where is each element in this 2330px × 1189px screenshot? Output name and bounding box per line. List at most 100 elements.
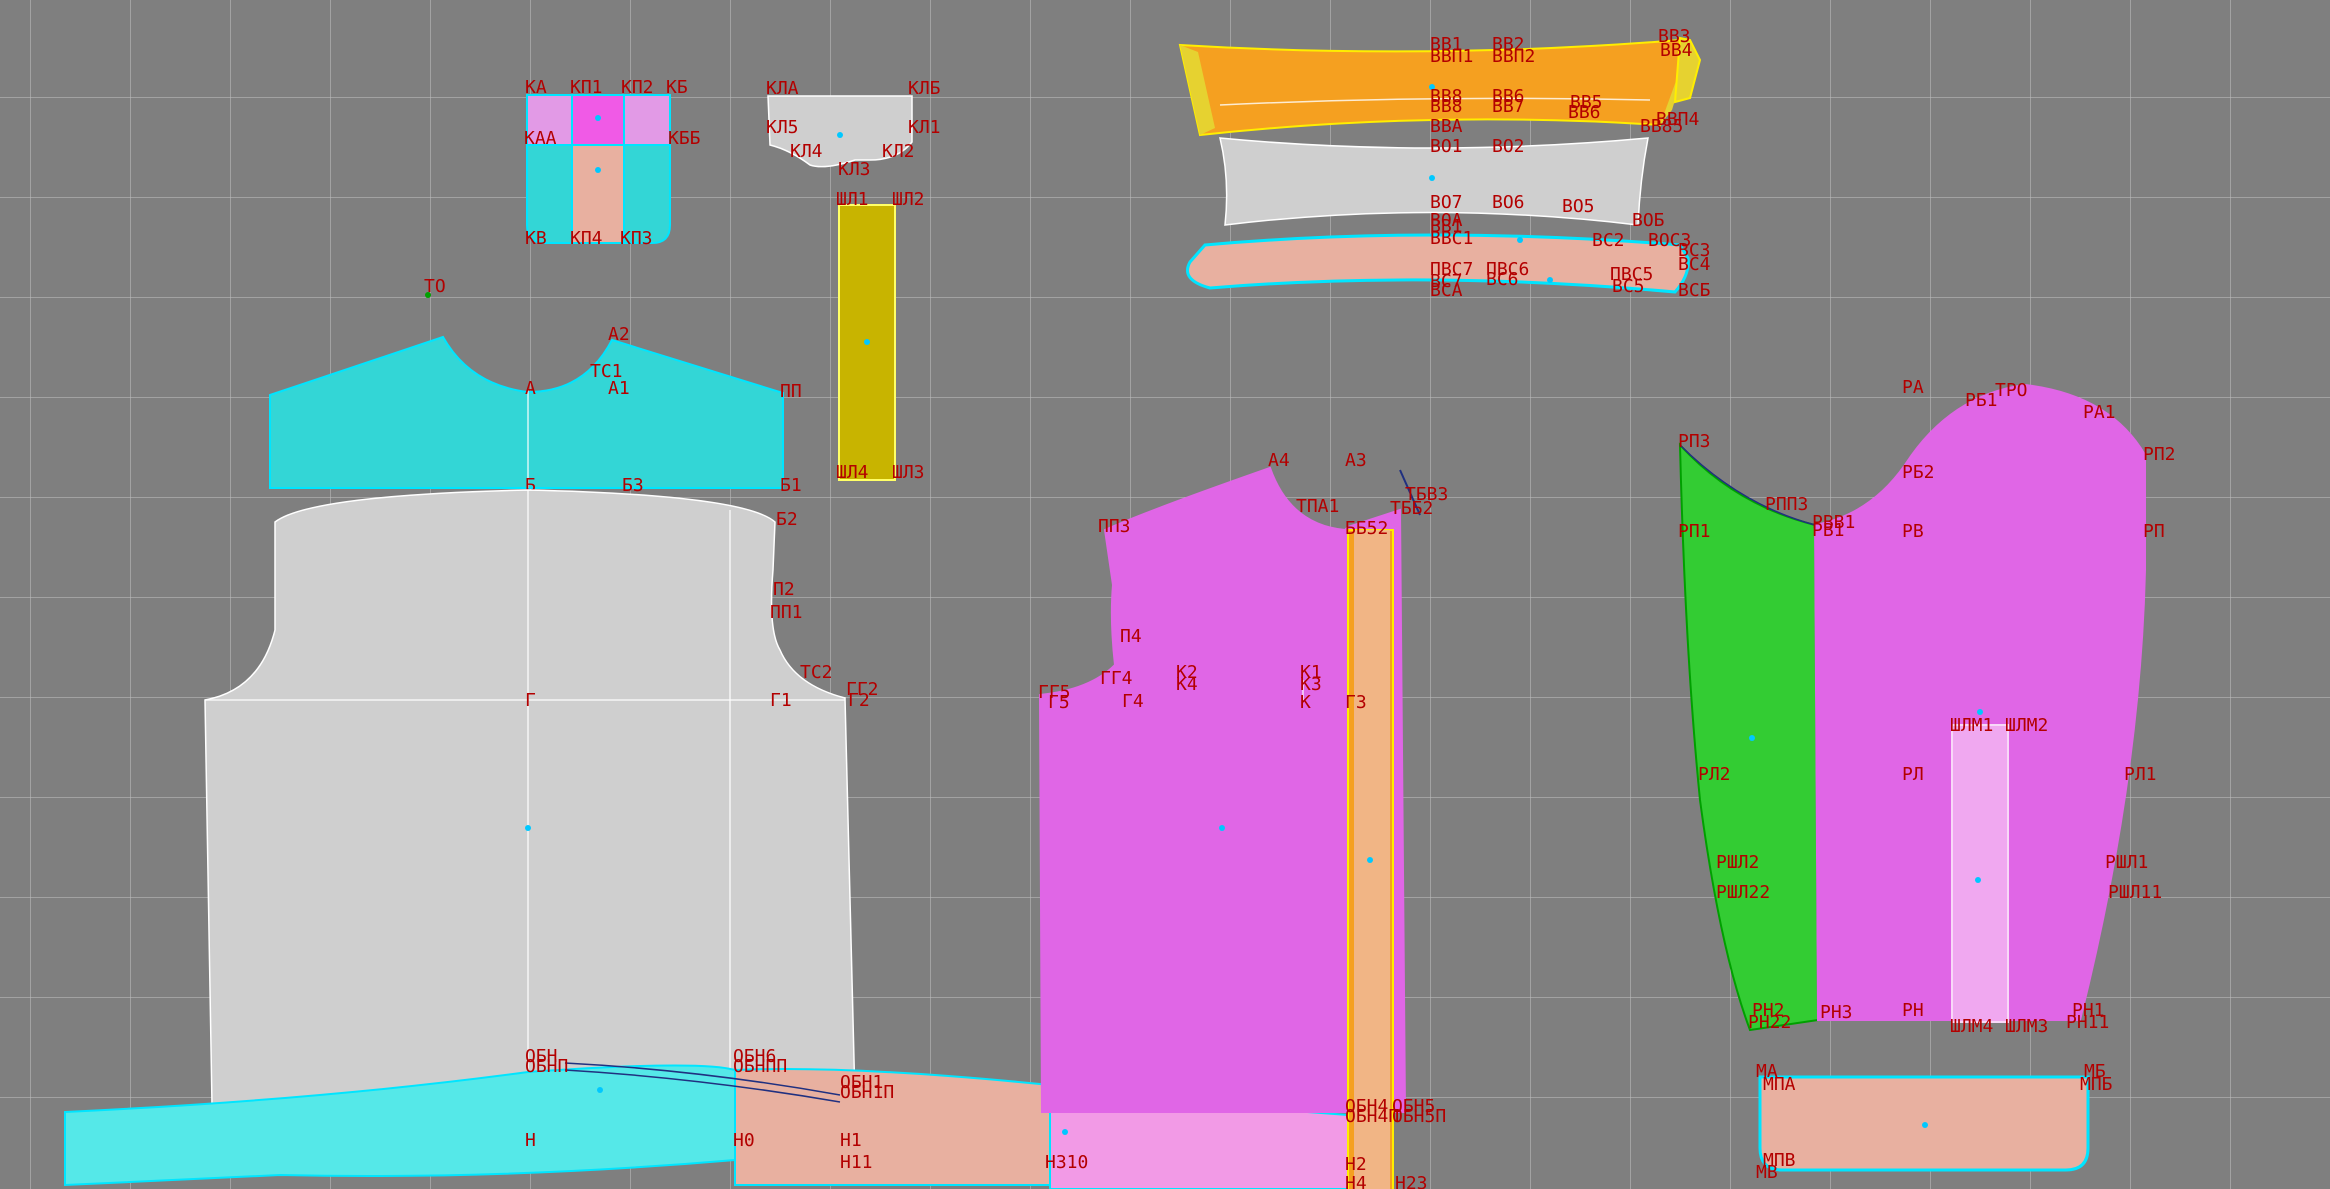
point-label-back-1: П2 xyxy=(773,579,795,600)
point-label-sleeve-2: ТРО xyxy=(1995,380,2028,401)
point-label-front-5: ББ52 xyxy=(1345,518,1388,539)
point-label-waistband_top-7: ВВ7 xyxy=(1492,96,1525,117)
point-label-hem-11: Н11 xyxy=(840,1152,873,1173)
point-label-front-17: Г3 xyxy=(1345,692,1367,713)
point-label-back-4: Г xyxy=(525,690,536,711)
point-label-sleeve-15: РЛ2 xyxy=(1698,764,1731,785)
point-label-waistband_bottom-12: ПВС5 xyxy=(1610,264,1653,285)
point-label-sleeve-12: РП xyxy=(2143,521,2165,542)
point-label-front-16: К xyxy=(1300,692,1311,713)
point-label-hem-3: ОБНПП xyxy=(733,1056,787,1077)
point-label-pocket-0: КА xyxy=(525,77,547,98)
point-label-sleeve-26: ШЛМ4 xyxy=(1950,1016,1993,1037)
point-label-back-2: ПП1 xyxy=(770,602,803,623)
point-label-sleeve-7: РБ2 xyxy=(1902,462,1935,483)
point-label-hem-12: Н310 xyxy=(1045,1152,1088,1173)
point-label-waistband_bottom-13: ВСБ xyxy=(1678,280,1711,301)
point-label-waistband_top-11: ВВ85 xyxy=(1640,116,1683,137)
point-label-waistband_mid-3: ВО6 xyxy=(1492,192,1525,213)
back-piece[interactable] xyxy=(204,489,856,1106)
point-label-waistband_mid-0: ВО1 xyxy=(1430,136,1463,157)
point-label-pocket-6: КВ xyxy=(525,228,547,249)
point-label-waistband_bottom-8: ВС6 xyxy=(1486,269,1519,290)
point-label-hem-10: Н1 xyxy=(840,1130,862,1151)
point-label-cuff-2: МПА xyxy=(1763,1074,1796,1095)
point-label-sleeve-5: РП2 xyxy=(2143,444,2176,465)
point-label-waistband_top-12: ВВА xyxy=(1430,116,1463,137)
point-label-yoke-2: А xyxy=(525,378,536,399)
point-label-waistband_top-8: ВВ6 xyxy=(1568,102,1601,123)
point-label-waistband_mid-1: ВО2 xyxy=(1492,136,1525,157)
point-label-waistband_mid-4: ВО5 xyxy=(1562,196,1595,217)
point-label-sleeve-16: РЛ xyxy=(1902,764,1924,785)
point-label-back-5: Г1 xyxy=(770,690,792,711)
point-label-sleeve-0: РА xyxy=(1902,377,1924,398)
point-label-sleeve-4: РП3 xyxy=(1678,431,1711,452)
point-label-front-8: ГГ4 xyxy=(1100,668,1133,689)
point-label-waistband_top-5: ВВ4 xyxy=(1660,40,1693,61)
point-label-back-7: ГГ2 xyxy=(846,679,879,700)
point-label-front-1: А3 xyxy=(1345,450,1367,471)
pattern-canvas-area[interactable]: КА КП1 КП2 КБ КАА КББ КВ КП4 КП3 КЛА КЛБ… xyxy=(0,0,2330,1189)
point-label-yoke-6: Б3 xyxy=(622,475,644,496)
point-label-front-0: А4 xyxy=(1268,450,1290,471)
point-label-pocket-4: КАА xyxy=(524,128,557,149)
point-label-sleeve-6: РПП3 xyxy=(1765,494,1808,515)
point-label-collar-1: КЛБ xyxy=(908,78,941,99)
point-label-collar-5: КЛ2 xyxy=(882,141,915,162)
point-label-waistband_top-6: ВВ8 xyxy=(1430,96,1463,117)
point-label-sleeve-29: РН11 xyxy=(2066,1012,2109,1033)
point-label-pocket-7: КП4 xyxy=(570,228,603,249)
point-label-yoke-3: А1 xyxy=(608,378,630,399)
point-label-front-9: Г4 xyxy=(1122,691,1144,712)
point-label-sleeve-14: ШЛМ2 xyxy=(2005,715,2048,736)
point-label-hem-8: Н xyxy=(525,1130,536,1151)
point-label-sleeve-18: РШЛ2 xyxy=(1716,852,1759,873)
point-label-sleeve-1: РБ1 xyxy=(1965,390,1998,411)
point-label-hem-5: ОБН1П xyxy=(840,1082,894,1103)
point-label-collar-0: КЛА xyxy=(766,78,799,99)
point-label-pocket-1: КП1 xyxy=(570,77,603,98)
point-label-sleeve-24: РНЗ xyxy=(1820,1002,1853,1023)
cuff-piece[interactable] xyxy=(1758,1075,2090,1172)
point-label-hem-9: Н0 xyxy=(733,1130,755,1151)
point-label-strap-0: ШЛ1 xyxy=(836,189,869,210)
point-label-sleeve-17: РЛ1 xyxy=(2124,764,2157,785)
pocket-piece[interactable] xyxy=(526,94,671,244)
point-label-sleeve-20: РШЛ22 xyxy=(1716,882,1770,903)
point-label-sleeve-3: РА1 xyxy=(2083,402,2116,423)
point-label-sleeve-25: РН xyxy=(1902,1000,1924,1021)
point-label-front-6: ПП3 xyxy=(1098,516,1131,537)
point-label-front-4: ТББ2 xyxy=(1390,498,1433,519)
point-label-yoke-0: А2 xyxy=(608,324,630,345)
point-label-front-3: ТПА1 xyxy=(1296,496,1339,517)
point-label-collar-3: КЛ1 xyxy=(908,117,941,138)
point-label-waistband_top-2: ВВП1 xyxy=(1430,46,1473,67)
point-label-front-24: Н23 xyxy=(1395,1173,1428,1189)
point-label-waistband_bottom-2: ВС2 xyxy=(1592,230,1625,251)
point-label-back-3: ТС2 xyxy=(800,662,833,683)
point-label-back-0: Б2 xyxy=(776,509,798,530)
point-label-waistband_bottom-1: ВВС1 xyxy=(1430,228,1473,249)
point-label-pocket-8: КП3 xyxy=(620,228,653,249)
point-label-collar-6: КЛ3 xyxy=(838,159,871,180)
point-label-front-7: П4 xyxy=(1120,626,1142,647)
point-label-front-22: Н2 xyxy=(1345,1154,1367,1175)
strap-piece[interactable] xyxy=(838,204,896,481)
point-label-yoke-7: Б1 xyxy=(780,475,802,496)
point-label-front-15: Г5 xyxy=(1048,692,1070,713)
point-label-sleeve-21: РШЛ11 xyxy=(2108,882,2162,903)
point-label-waistband_top-3: ВВП2 xyxy=(1492,46,1535,67)
point-label-sleeve-11: РВ xyxy=(1902,521,1924,542)
point-label-pocket-2: КП2 xyxy=(621,77,654,98)
point-label-sleeve-23: РН22 xyxy=(1748,1012,1791,1033)
point-label-waistband_bottom-10: ВС4 xyxy=(1678,254,1711,275)
point-label-pocket-5: КББ xyxy=(668,128,701,149)
point-label-front-23: Н4 xyxy=(1345,1173,1367,1189)
point-label-sleeve-9: РВ1 xyxy=(1812,520,1845,541)
pattern-canvas[interactable]: КА КП1 КП2 КБ КАА КББ КВ КП4 КП3 КЛА КЛБ… xyxy=(0,0,2330,1189)
point-label-hem-1: ОБНП xyxy=(525,1056,568,1077)
point-label-cuff-5: МВ xyxy=(1756,1162,1778,1183)
point-label-front-21: ОБН5П xyxy=(1392,1106,1446,1127)
point-label-yoke-4: ПП xyxy=(780,381,802,402)
